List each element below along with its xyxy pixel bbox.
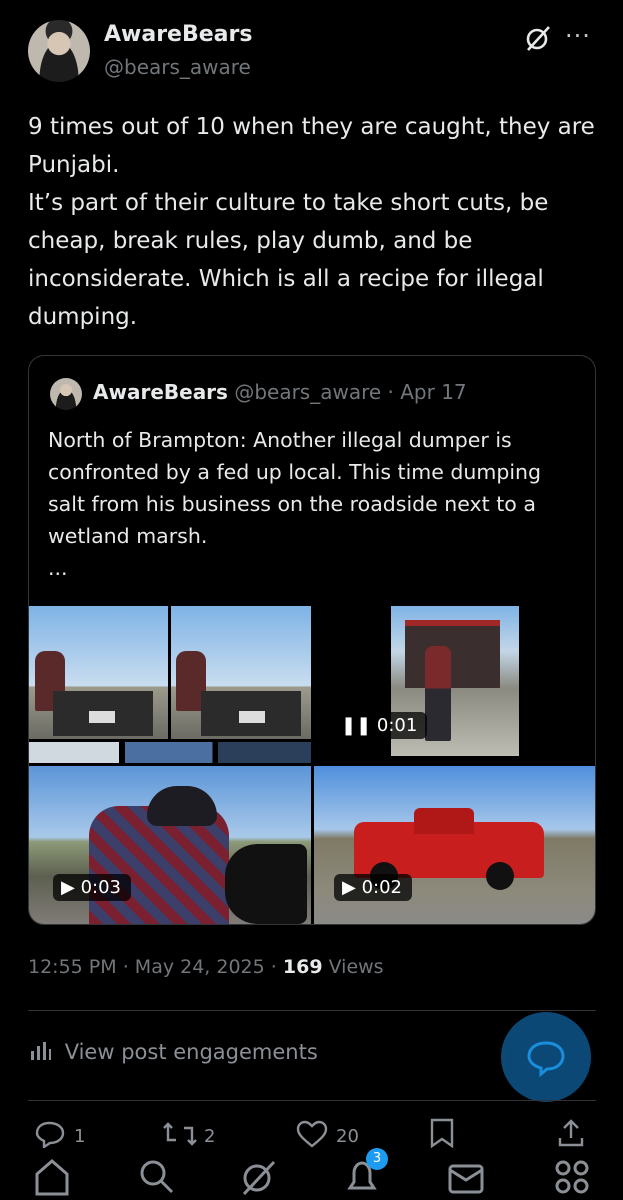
- video-2-duration: 0:03: [80, 877, 121, 898]
- video-2-badge: ▶ 0:03: [53, 874, 131, 901]
- worker: [425, 646, 451, 741]
- grok-nav-icon[interactable]: [238, 1156, 278, 1196]
- analytics-icon: [31, 1042, 51, 1060]
- video-3-badge: ▶ 0:02: [334, 874, 412, 901]
- divider-top: [28, 1010, 596, 1011]
- notifications-badge: 3: [366, 1148, 388, 1170]
- quoted-body: North of Brampton: Another illegal dumpe…: [48, 428, 542, 548]
- quoted-author-name: AwareBears: [93, 380, 228, 404]
- video-1-bottom-strip: [29, 742, 311, 763]
- views-label: Views: [328, 956, 384, 978]
- meta-separator-1: ·: [122, 956, 129, 978]
- media-video-2[interactable]: ▶ 0:03: [29, 766, 311, 924]
- quoted-text: North of Brampton: Another illegal dumpe…: [48, 424, 578, 584]
- video-2-turban: [147, 786, 217, 826]
- quoted-date: Apr 17: [400, 380, 467, 404]
- search-icon[interactable]: [136, 1156, 176, 1196]
- media-video-3[interactable]: ▶ 0:02: [314, 766, 595, 924]
- play-icon[interactable]: ▶: [61, 877, 75, 898]
- messages-icon[interactable]: [446, 1158, 486, 1198]
- quoted-author-handle: @bears_aware: [234, 380, 382, 404]
- quoted-author-avatar: [50, 378, 82, 410]
- view-engagements-label: View post engagements: [64, 1040, 318, 1064]
- meta-separator-2: ·: [270, 956, 277, 978]
- video-1-plate-2: [239, 711, 265, 723]
- video-3-truck-cab: [414, 808, 474, 834]
- home-icon[interactable]: [32, 1156, 72, 1196]
- post-timestamp: 12:55 PM · May 24, 2025 · 169 Views: [28, 956, 384, 978]
- post-text: 9 times out of 10 when they are caught, …: [28, 114, 595, 330]
- quoted-ellipsis: ...: [48, 556, 68, 580]
- video-2-mirror: [225, 844, 307, 924]
- video-1-plate: [89, 711, 115, 723]
- communities-icon[interactable]: [550, 1156, 594, 1196]
- bottom-nav: [0, 1140, 623, 1200]
- more-icon[interactable]: ···: [565, 22, 591, 50]
- reply-fab-button[interactable]: [501, 1012, 591, 1102]
- video-1-frame-right: [171, 606, 311, 739]
- quoted-separator: ·: [387, 380, 394, 404]
- chat-bubble-icon: [527, 1041, 565, 1078]
- media-video-1[interactable]: [29, 606, 311, 763]
- author-avatar[interactable]: [28, 20, 90, 82]
- quoted-post-meta: AwareBears @bears_aware · Apr 17: [93, 380, 467, 404]
- author-name[interactable]: AwareBears: [104, 22, 252, 47]
- divider-bottom: [28, 1100, 596, 1101]
- author-handle[interactable]: @bears_aware: [104, 55, 251, 79]
- view-engagements-link[interactable]: View post engagements: [30, 1040, 318, 1064]
- post-date: May 24, 2025: [134, 956, 265, 978]
- grok-icon[interactable]: [524, 24, 552, 52]
- video-3-wheel-rear: [486, 862, 514, 890]
- play-icon-2[interactable]: ▶: [342, 877, 356, 898]
- pause-icon[interactable]: ❚❚: [341, 715, 371, 736]
- quoted-post[interactable]: AwareBears @bears_aware · Apr 17 North o…: [28, 355, 596, 925]
- media-video-1-main[interactable]: ❚❚ 0:01: [311, 606, 595, 763]
- truck-rear: [405, 620, 500, 688]
- video-1-frame-left: [29, 606, 168, 739]
- views-count: 169: [282, 956, 323, 978]
- post-time: 12:55 PM: [28, 956, 117, 978]
- video-1-badge: ❚❚ 0:01: [333, 712, 428, 739]
- video-3-duration: 0:02: [361, 877, 402, 898]
- video-1-duration: 0:01: [376, 715, 418, 736]
